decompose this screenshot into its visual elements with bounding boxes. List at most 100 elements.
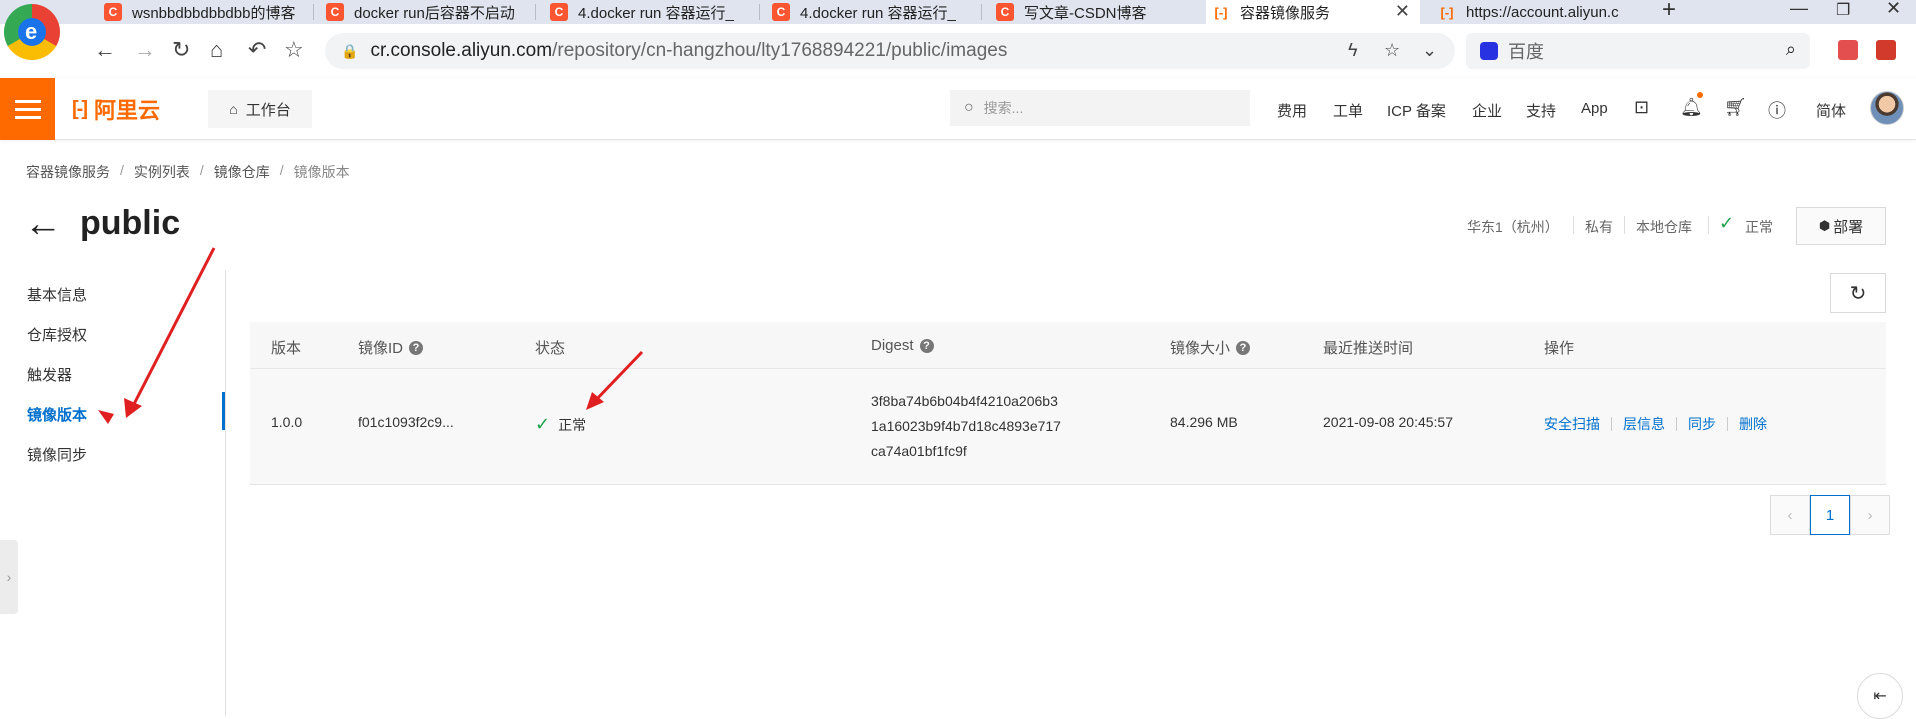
breadcrumb-item[interactable]: 容器镜像服务	[26, 162, 110, 182]
deploy-label: 部署	[1833, 218, 1864, 236]
page-number[interactable]: 1	[1810, 495, 1850, 535]
next-page-icon[interactable]: ›	[1850, 495, 1890, 535]
repo-type-label: 本地仓库	[1636, 219, 1692, 235]
breadcrumb: 容器镜像服务 / 实例列表 / 镜像仓库 / 镜像版本	[26, 162, 350, 182]
lightning-icon[interactable]: ϟ	[1348, 40, 1358, 61]
cell-digest: 3f8ba74b6b04b4f4210a206b3 1a16023b9f4b7d…	[871, 393, 1061, 459]
browser-tab-2[interactable]: C docker run后容器不启动	[320, 0, 536, 24]
breadcrumb-item[interactable]: 镜像仓库	[214, 162, 270, 182]
help-icon[interactable]: ?	[1236, 340, 1251, 355]
home-icon: ⌂	[229, 101, 238, 117]
back-arrow-icon[interactable]: ←	[24, 205, 62, 243]
aliyun-icon: [-]	[1440, 4, 1454, 20]
close-tab-icon[interactable]: ✕	[1395, 1, 1410, 22]
back-icon[interactable]: ←	[94, 37, 116, 63]
feedback-icon[interactable]: ⇤	[1857, 673, 1903, 719]
minimize-icon[interactable]: —	[1790, 0, 1808, 19]
column-header: 版本	[271, 340, 302, 357]
workbench-label: 工作台	[245, 101, 291, 119]
workbench-button[interactable]: ⌂ 工作台	[208, 90, 312, 128]
column-header: 镜像大小?	[1170, 337, 1251, 358]
help-icon[interactable]: ⓘ	[1768, 97, 1786, 123]
nav-fees[interactable]: 费用	[1277, 100, 1307, 121]
help-icon[interactable]: ?	[919, 338, 934, 353]
cell-version: 1.0.0	[271, 414, 303, 430]
language-switch[interactable]: 简体	[1816, 100, 1846, 121]
delete-link[interactable]: 删除	[1739, 414, 1767, 434]
search-icon[interactable]: ⌕	[1786, 39, 1796, 60]
bookmark-star-icon[interactable]: ☆	[284, 37, 304, 63]
extension-icon[interactable]	[1838, 40, 1858, 60]
cart-icon[interactable]: 🛒︎	[1724, 97, 1747, 118]
security-scan-link[interactable]: 安全扫描	[1544, 414, 1600, 434]
browser-tab-7[interactable]: [-] https://account.aliyun.c	[1432, 0, 1642, 24]
page-title: public	[80, 204, 181, 242]
table-header: 版本 镜像ID? 状态 Digest? 镜像大小? 最近推送时间 操作	[250, 322, 1886, 369]
csdn-icon: C	[772, 3, 790, 21]
new-tab-icon[interactable]: +	[1662, 0, 1676, 24]
avatar[interactable]	[1870, 91, 1904, 125]
prev-page-icon[interactable]: ‹	[1770, 495, 1810, 535]
nav-enterprise[interactable]: 企业	[1472, 100, 1502, 121]
pagination: ‹ 1 ›	[1770, 495, 1890, 535]
sidebar-item-basic-info[interactable]: 基本信息	[27, 284, 87, 305]
visibility-label: 私有	[1585, 219, 1613, 235]
favorite-star-icon[interactable]: ☆	[1384, 40, 1400, 61]
browser-tab-1[interactable]: C wsnbbdbbdbbdbb的博客	[98, 0, 314, 24]
tab-title: 4.docker run 容器运行_	[578, 4, 734, 22]
csdn-icon: C	[550, 3, 568, 21]
table-row: 1.0.0 f01c1093f2c9... ✓ 正常 3f8ba74b6b04b…	[250, 369, 1886, 485]
terminal-icon[interactable]: ⊡	[1634, 97, 1649, 118]
sidebar-item-triggers[interactable]: 触发器	[27, 364, 72, 385]
nav-icp[interactable]: ICP 备案	[1387, 100, 1446, 121]
console-search-input[interactable]: ○ 搜索...	[950, 90, 1250, 126]
chevron-down-icon[interactable]: ⌄	[1422, 40, 1437, 61]
layer-info-link[interactable]: 层信息	[1623, 414, 1665, 434]
refresh-button[interactable]: ↻	[1830, 273, 1886, 313]
breadcrumb-item[interactable]: 实例列表	[134, 162, 190, 182]
browser-toolbar: e ← → ↻ ⌂ ↶ ☆ 🔒 cr.console.aliyun.com/re…	[0, 4, 1916, 78]
tab-title: 写文章-CSDN博客	[1024, 4, 1147, 22]
nav-tickets[interactable]: 工单	[1333, 100, 1363, 121]
help-icon[interactable]: ?	[409, 340, 424, 355]
refresh-icon: ↻	[1849, 282, 1867, 305]
reload-icon[interactable]: ↻	[172, 37, 190, 63]
undo-icon[interactable]: ↶	[248, 37, 266, 63]
browser-search-box[interactable]: 百度 ⌕	[1466, 33, 1810, 69]
address-bar[interactable]: 🔒 cr.console.aliyun.com/repository/cn-ha…	[325, 33, 1455, 69]
lock-icon: 🔒	[341, 42, 359, 59]
browser-tab-active[interactable]: [-] 容器镜像服务 ✕	[1206, 0, 1420, 24]
window-close-icon[interactable]: ✕	[1886, 0, 1901, 19]
sidebar-item-authorization[interactable]: 仓库授权	[27, 324, 87, 345]
tab-title: docker run后容器不启动	[354, 4, 515, 22]
restore-icon[interactable]: ❐	[1836, 0, 1850, 20]
browser-tab-3[interactable]: C 4.docker run 容器运行_	[544, 0, 760, 24]
sidebar-item-image-sync[interactable]: 镜像同步	[27, 444, 87, 465]
search-icon: ○	[964, 99, 974, 116]
pdf-extension-icon[interactable]	[1876, 40, 1896, 60]
cube-icon: ⬢	[1818, 218, 1831, 233]
home-icon[interactable]: ⌂	[210, 37, 223, 63]
image-version-table: 版本 镜像ID? 状态 Digest? 镜像大小? 最近推送时间 操作 1.0.…	[250, 322, 1886, 485]
tab-title: 4.docker run 容器运行_	[800, 4, 956, 22]
sync-link[interactable]: 同步	[1688, 414, 1716, 434]
bell-icon[interactable]: 🔔︎	[1680, 97, 1703, 118]
deploy-button[interactable]: ⬢ 部署	[1796, 207, 1886, 245]
repo-status: 正常	[1745, 219, 1773, 235]
csdn-icon: C	[104, 3, 122, 21]
nav-app[interactable]: App	[1581, 100, 1608, 117]
browser-tab-4[interactable]: C 4.docker run 容器运行_	[766, 0, 982, 24]
expand-handle-icon[interactable]: ›	[0, 540, 18, 614]
browser-tab-bar: C wsnbbdbbdbbdbb的博客 C docker run后容器不启动 C…	[0, 0, 1916, 24]
browser-tab-5[interactable]: C 写文章-CSDN博客	[990, 0, 1206, 24]
browser-logo-icon: e	[4, 4, 60, 60]
cell-actions: 安全扫描 层信息 同步 删除	[1544, 414, 1767, 434]
menu-icon[interactable]	[0, 78, 55, 140]
forward-icon[interactable]: →	[134, 37, 156, 63]
brand-name: 阿里云	[93, 98, 160, 123]
aliyun-logo[interactable]: [-] 阿里云	[72, 96, 160, 124]
page-header: ← public	[24, 204, 180, 243]
sidebar-item-image-versions[interactable]: 镜像版本	[27, 404, 87, 425]
nav-support[interactable]: 支持	[1526, 100, 1556, 121]
csdn-icon: C	[326, 3, 344, 21]
